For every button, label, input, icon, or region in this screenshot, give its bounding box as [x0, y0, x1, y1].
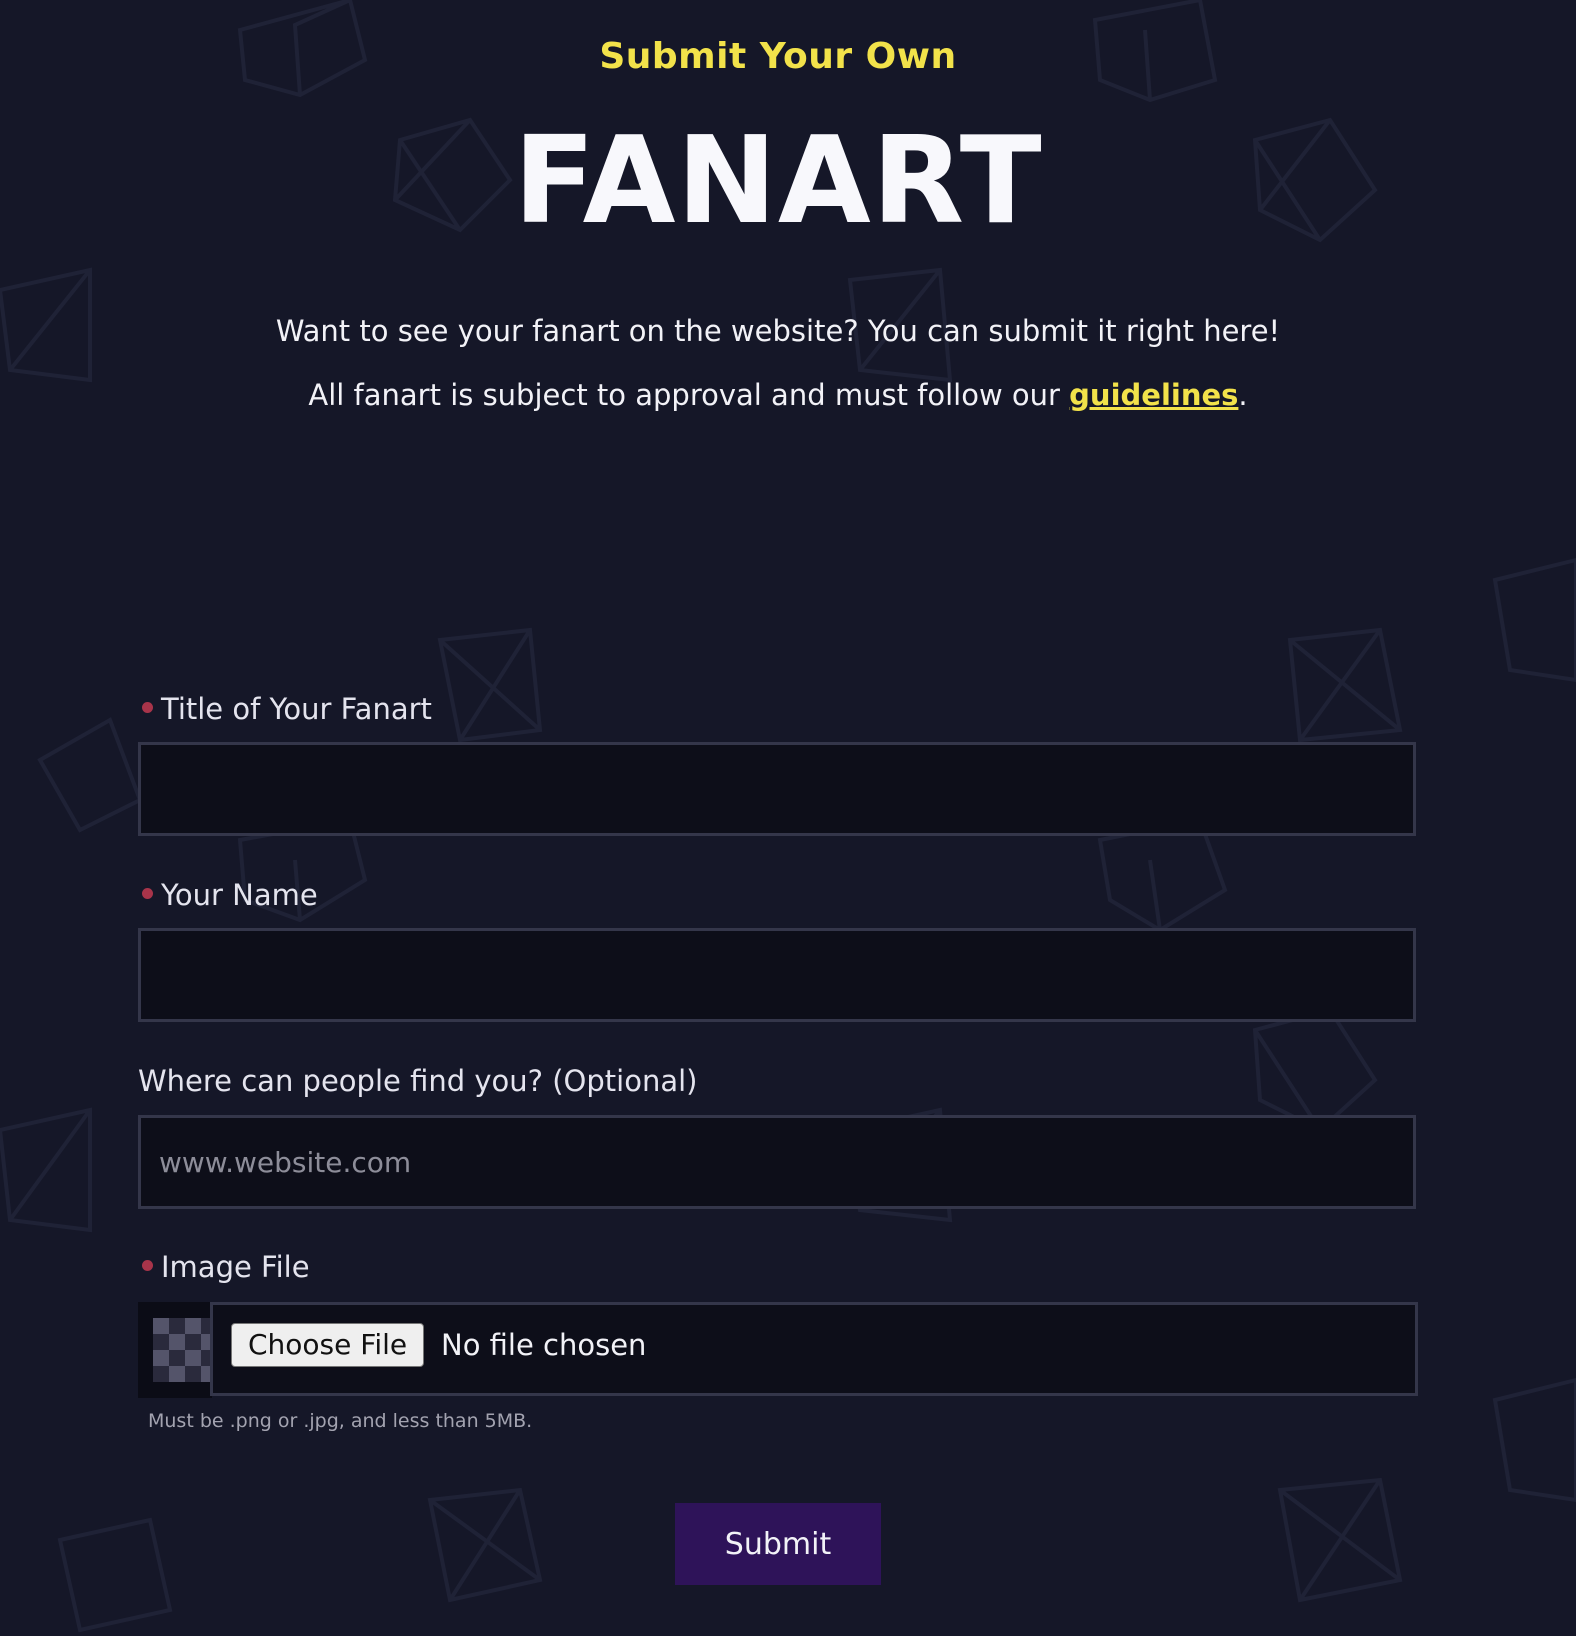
title-input[interactable]: [138, 742, 1416, 836]
title-field-label-text: Title of Your Fanart: [161, 692, 432, 726]
name-input[interactable]: [138, 928, 1416, 1022]
choose-file-button[interactable]: Choose File: [231, 1323, 425, 1367]
image-file-input: Choose File No file chosen: [138, 1302, 1418, 1398]
required-indicator-icon: [142, 1259, 153, 1271]
page-title: FANART: [513, 112, 1043, 251]
approval-notice-period: .: [1238, 378, 1248, 412]
eyebrow-heading: Submit Your Own: [599, 36, 957, 77]
website-field-label: Where can people find you? (Optional): [138, 1064, 698, 1098]
name-field-label: Your Name: [142, 878, 318, 912]
title-field-label: Title of Your Fanart: [142, 692, 432, 726]
fanart-submission-page: Submit Your Own FANART Want to see your …: [0, 0, 1576, 1636]
image-preview-thumbnail: [138, 1302, 217, 1398]
required-indicator-icon: [142, 701, 153, 713]
file-help-text: Must be .png or .jpg, and less than 5MB.: [148, 1410, 533, 1432]
transparency-checker-icon: [153, 1318, 217, 1382]
website-input[interactable]: [138, 1115, 1416, 1209]
name-field-label-text: Your Name: [161, 878, 318, 912]
image-field-label-text: Image File: [161, 1250, 310, 1284]
intro-text: Want to see your fanart on the website? …: [275, 314, 1281, 348]
guidelines-link[interactable]: guidelines: [1069, 378, 1238, 412]
image-field-label: Image File: [142, 1250, 310, 1284]
required-indicator-icon: [142, 887, 153, 899]
submit-button[interactable]: Submit: [675, 1503, 881, 1585]
file-status: No file chosen: [441, 1328, 647, 1362]
approval-notice-text: All fanart is subject to approval and mu…: [308, 378, 1070, 412]
file-picker: Choose File No file chosen: [210, 1302, 1418, 1396]
approval-notice: All fanart is subject to approval and mu…: [0, 378, 1556, 412]
